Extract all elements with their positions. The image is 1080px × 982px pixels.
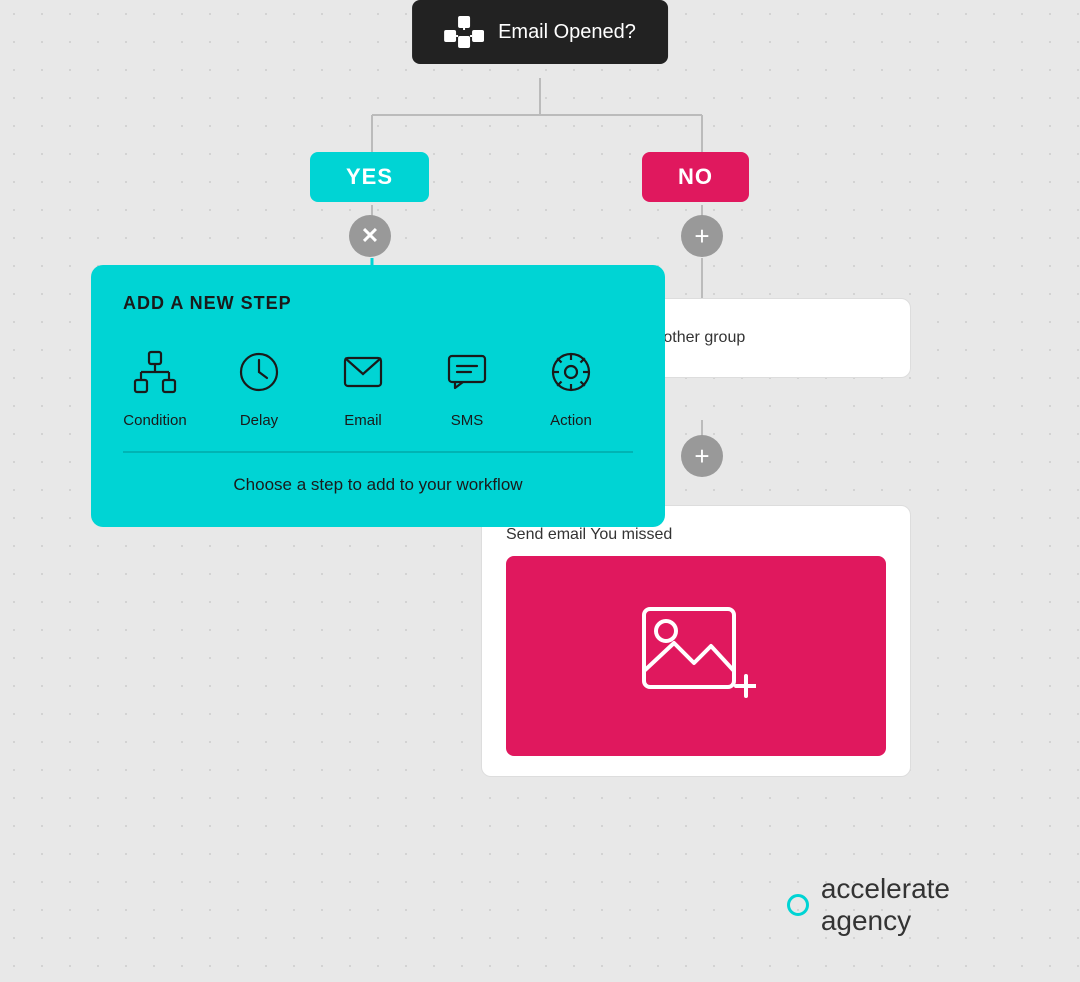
plus-icon: + <box>694 221 709 252</box>
email-step-label: Email <box>344 412 382 429</box>
condition-step-item[interactable]: Condition <box>123 340 187 429</box>
action-label: Action <box>550 412 592 429</box>
action-icon-box <box>539 340 603 404</box>
agency-name2: agency <box>821 905 950 937</box>
add-step-no-button[interactable]: + <box>681 215 723 257</box>
plus-icon-lower: + <box>694 441 709 472</box>
action-step-item[interactable]: Action <box>539 340 603 429</box>
condition-icon-box <box>123 340 187 404</box>
agency-dot <box>787 894 809 916</box>
email-icon-box <box>331 340 395 404</box>
image-placeholder-icon <box>636 601 756 711</box>
email-step-item[interactable]: Email <box>331 340 395 429</box>
add-step-lower-button[interactable]: + <box>681 435 723 477</box>
sms-icon-box <box>435 340 499 404</box>
agency-name: accelerate agency <box>821 873 950 937</box>
condition-label: Condition <box>123 412 186 429</box>
no-button[interactable]: NO <box>642 152 749 202</box>
close-yes-button[interactable]: ✕ <box>349 215 391 257</box>
email-icon <box>341 350 385 394</box>
sms-step-item[interactable]: SMS <box>435 340 499 429</box>
send-email-title: Send email You missed <box>506 526 886 544</box>
delay-step-item[interactable]: Delay <box>227 340 291 429</box>
workflow-icon <box>444 16 484 48</box>
add-step-title: ADD A NEW STEP <box>123 293 633 314</box>
add-new-step-panel: ADD A NEW STEP Condition <box>91 265 665 527</box>
email-opened-label: Email Opened? <box>498 21 636 44</box>
close-icon: ✕ <box>361 223 379 249</box>
yes-button[interactable]: YES <box>310 152 429 202</box>
delay-icon-box <box>227 340 291 404</box>
email-opened-node[interactable]: Email Opened? <box>412 0 668 64</box>
send-email-card[interactable]: Send email You missed <box>481 505 911 777</box>
email-image-placeholder <box>506 556 886 756</box>
sms-label: SMS <box>451 412 484 429</box>
agency-logo: accelerate agency <box>787 873 950 937</box>
step-icons-row: Condition Delay Email <box>123 340 633 453</box>
choose-step-text: Choose a step to add to your workflow <box>123 475 633 495</box>
delay-icon <box>237 350 281 394</box>
agency-name1: accelerate <box>821 873 950 905</box>
action-icon <box>549 350 593 394</box>
delay-label: Delay <box>240 412 278 429</box>
sms-icon <box>445 350 489 394</box>
condition-icon <box>133 350 177 394</box>
